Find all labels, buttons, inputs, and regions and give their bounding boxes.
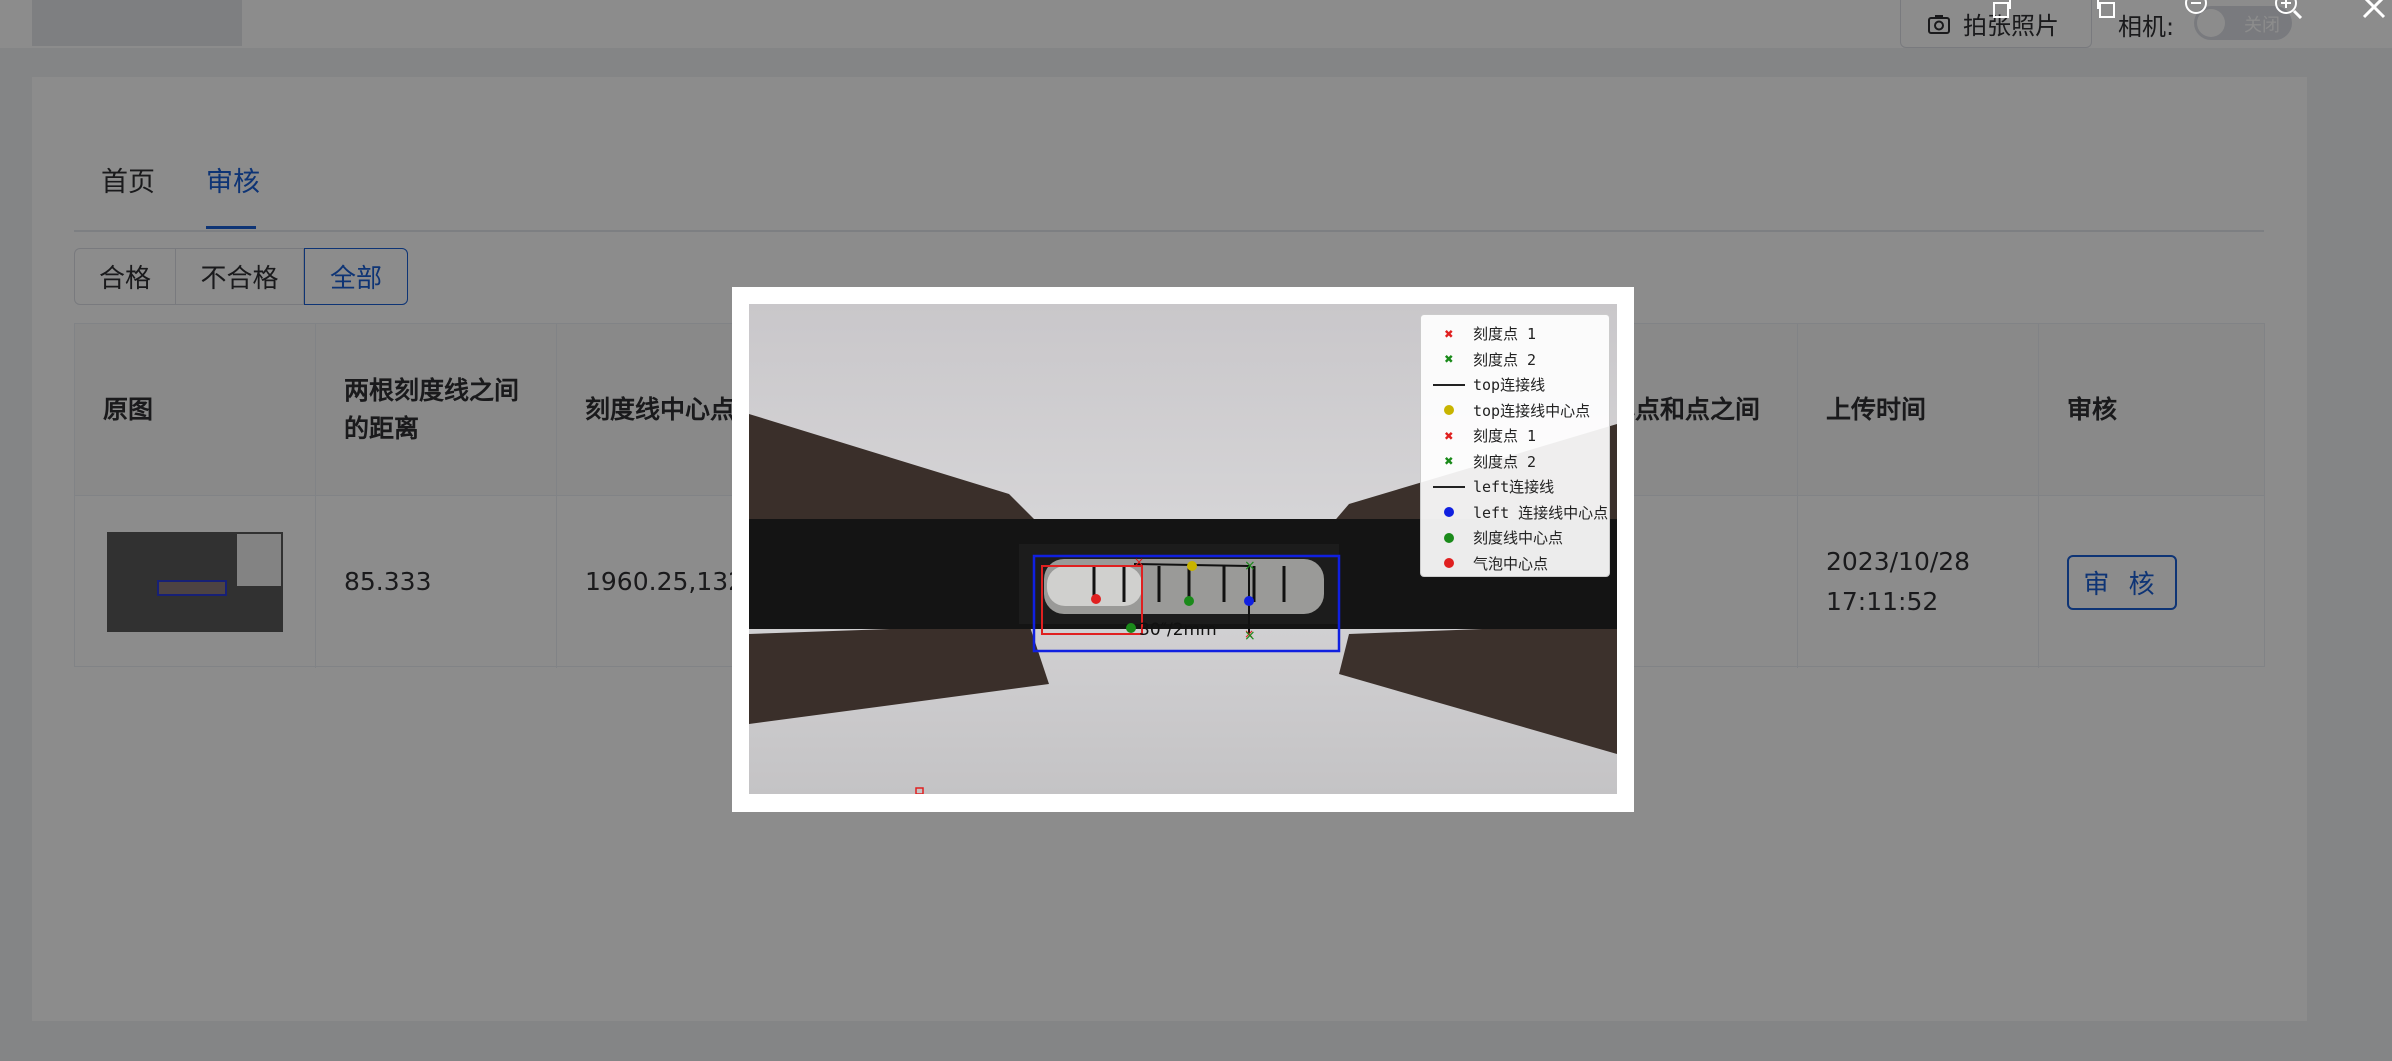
- vial-label: 30″/2mm: [1139, 620, 1217, 640]
- close-icon[interactable]: [2362, 0, 2388, 26]
- legend-item: ✖ 刻度点 1: [1431, 321, 1609, 347]
- legend-marker-icon: ✖: [1444, 426, 1454, 445]
- legend-marker-icon: [1431, 507, 1467, 518]
- legend-marker-icon: ✖: [1444, 324, 1454, 343]
- legend-label: 气泡中心点: [1473, 554, 1549, 573]
- legend-item: top连接线: [1431, 372, 1609, 398]
- legend-label: 刻度线中心点: [1473, 529, 1564, 548]
- legend-label: 刻度点 1: [1473, 427, 1537, 446]
- legend-item: 气泡中心点: [1431, 551, 1609, 577]
- legend-item: ✖ 刻度点 2: [1431, 449, 1609, 475]
- legend-marker-icon: [1431, 485, 1467, 488]
- legend-item: left 连接线中心点: [1431, 500, 1609, 526]
- legend-label: 刻度点 1: [1473, 325, 1537, 344]
- legend-item: left连接线: [1431, 474, 1609, 500]
- legend-label: top连接线中心点: [1473, 401, 1591, 420]
- legend-item: ✖ 刻度点 1: [1431, 423, 1609, 449]
- legend-label: left连接线: [1473, 478, 1555, 497]
- legend-marker-icon: [1431, 558, 1467, 569]
- preview-legend: ✖ 刻度点 1 ✖ 刻度点 2 top连接线 top连接线中心点 ✖ 刻度点 1 ✖ 刻度点 2 l…: [1420, 314, 1610, 577]
- zoom-out-icon[interactable]: [2183, 0, 2213, 26]
- legend-label: 刻度点 2: [1473, 350, 1537, 369]
- svg-text:×: ×: [1134, 555, 1144, 569]
- legend-item: 刻度线中心点: [1431, 525, 1609, 551]
- svg-text:×: ×: [1244, 558, 1256, 574]
- legend-marker-icon: [1431, 405, 1467, 416]
- legend-marker-icon: [1431, 383, 1467, 386]
- legend-marker-icon: ✖: [1444, 452, 1454, 471]
- preview-image: × × × × 30″/2mm ✖ 刻度点 1 ✖ 刻度点 2 top连接线 top连接线…: [749, 304, 1617, 794]
- legend-item: top连接线中心点: [1431, 398, 1609, 424]
- legend-marker-icon: ✖: [1444, 350, 1454, 369]
- rotate-right-icon[interactable]: [2090, 0, 2118, 26]
- legend-label: 刻度点 2: [1473, 452, 1537, 471]
- zoom-in-icon[interactable]: [2273, 0, 2305, 26]
- legend-item: ✖ 刻度点 2: [1431, 347, 1609, 373]
- svg-text:×: ×: [1244, 628, 1256, 644]
- legend-label: left 连接线中心点: [1473, 503, 1609, 522]
- preview-frame: × × × × 30″/2mm ✖ 刻度点 1 ✖ 刻度点 2 top连接线 top连接线…: [732, 287, 1634, 812]
- legend-marker-icon: [1431, 532, 1467, 543]
- rotate-left-icon[interactable]: [1990, 0, 2018, 26]
- legend-label: top连接线: [1473, 376, 1546, 395]
